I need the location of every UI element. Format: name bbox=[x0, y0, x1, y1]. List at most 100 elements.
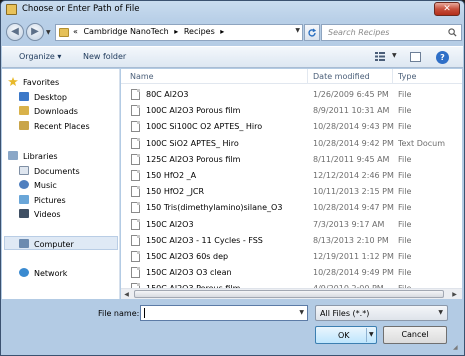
table-row[interactable]: 80C Al2O3 1/26/2009 6:45 PM File bbox=[121, 86, 462, 102]
breadcrumb-item-cambridge-nanotech[interactable]: Cambridge NanoTech bbox=[83, 27, 168, 36]
navigation-bar: ◀ ▶ ▼ « Cambridge NanoTech ▸ Recipes ▸ ▼… bbox=[3, 21, 462, 43]
file-icon bbox=[131, 105, 140, 117]
sidebar-item-pictures[interactable]: Pictures bbox=[19, 195, 66, 205]
breadcrumb-separator[interactable]: ▸ bbox=[220, 27, 224, 36]
column-header-date-modified[interactable]: Date modified bbox=[313, 72, 370, 81]
help-button[interactable]: ? bbox=[436, 51, 449, 64]
back-button[interactable]: ◀ bbox=[6, 23, 24, 41]
sidebar-item-music[interactable]: Music bbox=[19, 180, 57, 190]
file-name-cell: 150C Al2O3 60s dep bbox=[146, 252, 229, 261]
table-row[interactable]: 100C Si100C O2 APTES_ Hiro 10/28/2014 9:4… bbox=[121, 118, 462, 134]
libraries-icon bbox=[8, 151, 18, 160]
table-row[interactable]: 150 HfO2 _A 12/12/2014 2:46 PM File bbox=[121, 167, 462, 183]
table-row[interactable]: 100C SiO2 APTES_ Hiro 10/28/2014 9:42 PM T… bbox=[121, 135, 462, 151]
date-modified-cell: 8/13/2013 2:10 PM bbox=[313, 235, 389, 245]
address-dropdown-icon[interactable]: ▼ bbox=[295, 27, 300, 34]
date-modified-cell: 12/19/2011 1:12 PM bbox=[313, 252, 394, 261]
file-type-select[interactable]: All Files (*.*) ▼ bbox=[315, 305, 448, 321]
scroll-right-icon[interactable]: ▶ bbox=[450, 290, 459, 299]
search-input[interactable]: Search Recipes bbox=[321, 24, 462, 41]
column-divider[interactable] bbox=[392, 69, 393, 84]
refresh-button[interactable] bbox=[304, 24, 320, 41]
cancel-button[interactable]: Cancel bbox=[383, 326, 447, 344]
breadcrumb-item-recipes[interactable]: Recipes bbox=[184, 27, 215, 36]
recent-locations-dropdown-icon[interactable]: ▼ bbox=[46, 29, 54, 37]
star-icon bbox=[8, 77, 18, 86]
column-divider[interactable] bbox=[307, 69, 308, 84]
type-cell: File bbox=[398, 187, 412, 197]
preview-pane-icon[interactable] bbox=[410, 52, 421, 62]
breadcrumb-separator[interactable]: ▸ bbox=[174, 27, 178, 36]
file-dialog-window: Choose or Enter Path of File ✕ ◀ ▶ ▼ « C… bbox=[0, 0, 465, 356]
sidebar-item-favorites[interactable]: Favorites bbox=[8, 77, 59, 87]
desktop-icon bbox=[19, 92, 29, 101]
file-name-cell: 150C Al2O3 O3 clean bbox=[146, 268, 232, 278]
column-header-type[interactable]: Type bbox=[398, 72, 416, 81]
file-name-cell: 150C Al2O3 bbox=[146, 219, 194, 229]
horizontal-scrollbar[interactable]: ◀ ▶ bbox=[121, 288, 462, 299]
table-row[interactable]: 150 Tris(dimethylamino)silane_O3 10/28/20… bbox=[121, 199, 462, 215]
file-name-cell: 80C Al2O3 bbox=[146, 90, 189, 99]
table-row[interactable]: 150C Al2O3 O3 clean 10/28/2014 9:49 PM Fil… bbox=[121, 264, 462, 280]
sidebar-item-computer[interactable]: Computer bbox=[19, 239, 74, 249]
file-type-value: All Files (*.*) bbox=[320, 309, 370, 318]
refresh-icon bbox=[308, 28, 317, 37]
type-cell: File bbox=[398, 268, 412, 278]
table-row[interactable]: 150C Al2O3 - 11 Cycles - FSS 8/13/2013 2:… bbox=[121, 232, 462, 248]
sidebar-item-libraries[interactable]: Libraries bbox=[8, 151, 58, 161]
change-view-icon[interactable] bbox=[375, 52, 385, 61]
type-cell: Text Docum bbox=[398, 138, 446, 148]
views-dropdown-icon[interactable]: ▼ bbox=[392, 52, 397, 59]
music-icon bbox=[19, 180, 29, 189]
ok-dropdown-icon[interactable]: ▼ bbox=[369, 331, 374, 338]
file-icon bbox=[131, 202, 140, 214]
search-icon[interactable] bbox=[448, 28, 457, 37]
date-modified-cell: 10/28/2014 9:47 PM bbox=[313, 203, 394, 213]
sidebar-item-videos[interactable]: Videos bbox=[19, 209, 61, 219]
search-placeholder: Search Recipes bbox=[328, 28, 390, 37]
file-icon bbox=[131, 153, 140, 165]
address-bar[interactable]: « Cambridge NanoTech ▸ Recipes ▸ ▼ bbox=[55, 24, 303, 41]
date-modified-cell: 10/28/2014 9:42 PM bbox=[313, 138, 394, 148]
file-name-cell: 150C Al2O3 - 11 Cycles - FSS bbox=[146, 235, 263, 245]
resize-grip-icon[interactable]: ◢ bbox=[453, 344, 461, 352]
file-icon bbox=[131, 170, 140, 181]
table-row[interactable]: 100C Al2O3 Porous film 8/9/2011 10:31 AM F… bbox=[121, 102, 462, 118]
table-row[interactable]: 150C Al2O3 60s dep 12/19/2011 1:12 PM File bbox=[121, 248, 462, 264]
sidebar-item-network[interactable]: Network bbox=[19, 268, 67, 278]
documents-icon bbox=[19, 166, 29, 175]
sidebar-item-downloads[interactable]: Downloads bbox=[19, 106, 78, 116]
file-name-cell: 100C Si100C O2 APTES_ Hiro bbox=[146, 122, 263, 132]
close-button[interactable]: ✕ bbox=[434, 2, 460, 16]
date-modified-cell: 7/3/2013 9:17 AM bbox=[313, 219, 385, 229]
file-name-cell: 100C Al2O3 Porous film bbox=[146, 106, 241, 116]
file-name-cell: 150 HfO2 _JCR bbox=[146, 187, 205, 197]
table-row[interactable]: 150 HfO2 _JCR 10/11/2013 2:15 PM File bbox=[121, 183, 462, 199]
type-cell: File bbox=[398, 203, 412, 213]
sidebar-item-documents[interactable]: Documents bbox=[19, 166, 80, 176]
command-toolbar: Organize ▾ New folder ▼ ? bbox=[2, 46, 463, 68]
column-header-name[interactable]: Name bbox=[130, 72, 154, 81]
type-cell: File bbox=[398, 252, 412, 261]
ok-button[interactable]: OK ▼ bbox=[315, 326, 377, 344]
file-name-input[interactable]: ▼ bbox=[140, 305, 308, 321]
new-folder-button[interactable]: New folder bbox=[83, 52, 126, 61]
date-modified-cell: 12/12/2014 2:46 PM bbox=[313, 171, 394, 180]
file-name-cell: 100C SiO2 APTES_ Hiro bbox=[146, 138, 239, 148]
forward-button[interactable]: ▶ bbox=[26, 23, 44, 41]
column-header-row: Name Date modified Type bbox=[121, 69, 462, 84]
sidebar-item-desktop[interactable]: Desktop bbox=[19, 92, 67, 102]
table-row[interactable]: 150C Al2O3 7/3/2013 9:17 AM File bbox=[121, 216, 462, 232]
date-modified-cell: 8/9/2011 10:31 AM bbox=[313, 106, 390, 116]
table-row[interactable]: 125C Al2O3 Porous film 8/11/2011 9:45 AM F… bbox=[121, 151, 462, 167]
file-name-dropdown-icon[interactable]: ▼ bbox=[299, 309, 304, 316]
sidebar-item-recent-places[interactable]: Recent Places bbox=[19, 121, 90, 131]
ok-button-label: OK bbox=[338, 331, 350, 340]
scroll-left-icon[interactable]: ◀ bbox=[122, 290, 131, 299]
organize-menu-button[interactable]: Organize ▾ bbox=[19, 52, 61, 61]
breadcrumb-overflow[interactable]: « bbox=[73, 27, 78, 36]
file-list[interactable]: Name Date modified Type 80C Al2O3 1/26/20… bbox=[121, 69, 462, 299]
scrollbar-thumb[interactable] bbox=[134, 290, 444, 298]
type-cell: File bbox=[398, 171, 412, 180]
title-bar[interactable]: Choose or Enter Path of File ✕ bbox=[1, 1, 464, 19]
